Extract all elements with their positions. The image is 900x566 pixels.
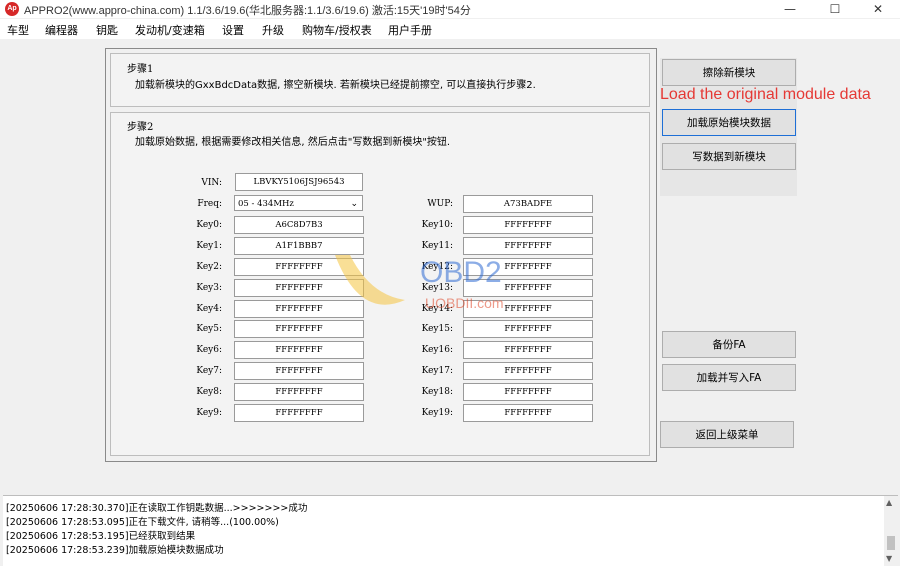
load-write-fa-button[interactable]: 加载并写入FA bbox=[662, 364, 796, 391]
scroll-down-icon[interactable]: ▼ bbox=[886, 554, 892, 563]
key-label: Key9: bbox=[196, 408, 222, 418]
key-field[interactable]: FFFFFFFF bbox=[234, 300, 364, 318]
key-field[interactable]: FFFFFFFF bbox=[234, 404, 364, 422]
scroll-thumb[interactable] bbox=[887, 536, 895, 550]
key-label: Key8: bbox=[196, 387, 222, 397]
title-bar: Ap APPRO2(www.appro-china.com) 1.1/3.6/1… bbox=[0, 0, 900, 18]
write-to-new-module-button[interactable]: 写数据到新模块 bbox=[662, 143, 796, 170]
freq-select[interactable]: 05 - 434MHz ⌄ bbox=[234, 195, 363, 211]
key-field[interactable]: FFFFFFFF bbox=[463, 279, 593, 297]
erase-new-module-button[interactable]: 擦除新模块 bbox=[662, 59, 796, 86]
step1-title: 步骤1 bbox=[127, 64, 154, 75]
maximize-button[interactable]: ☐ bbox=[813, 0, 857, 18]
key-field[interactable]: FFFFFFFF bbox=[234, 279, 364, 297]
key-field[interactable]: FFFFFFFF bbox=[463, 341, 593, 359]
key-label: Key14: bbox=[421, 304, 453, 314]
log-line: [20250606 17:28:53.095]正在下载文件, 请稍等...(10… bbox=[6, 517, 279, 528]
log-panel[interactable]: [20250606 17:28:30.370]正在读取工作钥匙数据...>>>>… bbox=[3, 495, 898, 566]
key-label: Key6: bbox=[196, 345, 222, 355]
freq-label: Freq: bbox=[197, 199, 222, 209]
wup-label: WUP: bbox=[427, 199, 453, 209]
key-field[interactable]: FFFFFFFF bbox=[234, 320, 364, 338]
key-label: Key11: bbox=[421, 241, 453, 251]
key-field[interactable]: FFFFFFFF bbox=[463, 258, 593, 276]
app-logo-icon: Ap bbox=[5, 2, 19, 16]
key-label: Key7: bbox=[196, 366, 222, 376]
key-field[interactable]: FFFFFFFF bbox=[463, 237, 593, 255]
log-scrollbar[interactable]: ▲ ▼ bbox=[884, 496, 898, 566]
key-label: Key15: bbox=[421, 324, 453, 334]
load-original-data-button[interactable]: 加载原始模块数据 bbox=[662, 109, 796, 136]
key-label: Key13: bbox=[421, 283, 453, 293]
key-field[interactable]: FFFFFFFF bbox=[463, 404, 593, 422]
freq-select-value: 05 - 434MHz bbox=[238, 199, 294, 209]
key-field[interactable]: A6C8D7B3 bbox=[234, 216, 364, 234]
key-label: Key10: bbox=[421, 220, 453, 230]
return-menu-button[interactable]: 返回上级菜单 bbox=[660, 421, 794, 448]
key-field[interactable]: FFFFFFFF bbox=[463, 362, 593, 380]
annotation-text: Load the original module data bbox=[660, 86, 871, 103]
menu-item-settings[interactable]: 设置 bbox=[222, 22, 244, 38]
menu-item-manual[interactable]: 用户手册 bbox=[388, 22, 432, 38]
scroll-up-icon[interactable]: ▲ bbox=[886, 498, 892, 507]
menu-item-cart[interactable]: 购物车/授权表 bbox=[302, 22, 372, 38]
key-label: Key19: bbox=[421, 408, 453, 418]
step2-title: 步骤2 bbox=[127, 122, 154, 133]
log-line: [20250606 17:28:30.370]正在读取工作钥匙数据...>>>>… bbox=[6, 503, 308, 514]
key-label: Key17: bbox=[421, 366, 453, 376]
key-label: Key2: bbox=[196, 262, 222, 272]
vin-label: VIN: bbox=[201, 178, 222, 188]
key-field[interactable]: A1F1BBB7 bbox=[234, 237, 364, 255]
key-field[interactable]: FFFFFFFF bbox=[234, 341, 364, 359]
window-title: APPRO2(www.appro-china.com) 1.1/3.6/19.6… bbox=[24, 5, 471, 17]
menu-item-engine[interactable]: 发动机/变速箱 bbox=[135, 22, 205, 38]
key-field[interactable]: FFFFFFFF bbox=[463, 300, 593, 318]
key-field[interactable]: FFFFFFFF bbox=[234, 258, 364, 276]
log-line: [20250606 17:28:53.195]已经获取到结果 bbox=[6, 531, 196, 542]
key-field[interactable]: FFFFFFFF bbox=[463, 383, 593, 401]
log-line: [20250606 17:28:53.239]加载原始模块数据成功 bbox=[6, 545, 224, 556]
menu-item-upgrade[interactable]: 升级 bbox=[262, 22, 284, 38]
wup-field[interactable]: A73BADFE bbox=[463, 195, 593, 213]
vin-field[interactable]: LBVKY5106JSJ96543 bbox=[235, 173, 363, 191]
key-field[interactable]: FFFFFFFF bbox=[234, 383, 364, 401]
key-field[interactable]: FFFFFFFF bbox=[234, 362, 364, 380]
key-field[interactable]: FFFFFFFF bbox=[463, 320, 593, 338]
key-label: Key4: bbox=[196, 304, 222, 314]
key-label: Key0: bbox=[196, 220, 222, 230]
key-label: Key18: bbox=[421, 387, 453, 397]
menu-bar: 车型 编程器 钥匙 发动机/变速箱 设置 升级 购物车/授权表 用户手册 bbox=[0, 19, 900, 39]
backup-fa-button[interactable]: 备份FA bbox=[662, 331, 796, 358]
step1-group: 步骤1 加载新模块的GxxBdcData数据, 擦空新模块. 若新模块已经提前擦… bbox=[110, 53, 650, 107]
menu-item-programmer[interactable]: 编程器 bbox=[45, 22, 78, 38]
key-label: Key1: bbox=[196, 241, 222, 251]
menu-item-vehicle[interactable]: 车型 bbox=[7, 22, 29, 38]
minimize-button[interactable]: — bbox=[768, 0, 812, 18]
step2-description: 加载原始数据, 根据需要修改相关信息, 然后点击"写数据到新模块"按钮. bbox=[135, 137, 451, 148]
key-field[interactable]: FFFFFFFF bbox=[463, 216, 593, 234]
key-label: Key16: bbox=[421, 345, 453, 355]
step1-description: 加载新模块的GxxBdcData数据, 擦空新模块. 若新模块已经提前擦空, 可… bbox=[135, 80, 536, 91]
key-label: Key3: bbox=[196, 283, 222, 293]
close-button[interactable]: ✕ bbox=[856, 0, 900, 18]
chevron-down-icon: ⌄ bbox=[350, 199, 358, 209]
key-label: Key12: bbox=[421, 262, 453, 272]
menu-item-key[interactable]: 钥匙 bbox=[96, 22, 118, 38]
key-label: Key5: bbox=[196, 324, 222, 334]
